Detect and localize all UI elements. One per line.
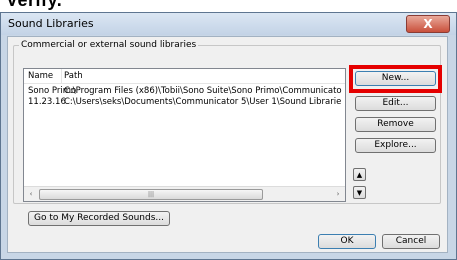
sound-libraries-dialog: Sound Libraries X Commercial or external…	[0, 12, 457, 260]
list-item-path: C:\Program Files (x86)\Tobii\Sono Suite\…	[64, 86, 342, 96]
list-item-path: C:\Users\seks\Documents\Communicator 5\U…	[64, 97, 342, 107]
scroll-right-icon[interactable]: ›	[332, 188, 344, 200]
recorded-sounds-button[interactable]: Go to My Recorded Sounds...	[28, 211, 170, 226]
libraries-groupbox: Commercial or external sound libraries N…	[13, 40, 442, 204]
highlight-box	[349, 65, 442, 93]
list-item-name: 11.23.16	[28, 97, 66, 107]
column-header-name[interactable]: Name	[28, 71, 53, 81]
close-icon: X	[423, 17, 433, 31]
list-item[interactable]: 11.23.16 C:\Users\seks\Documents\Communi…	[24, 97, 345, 108]
group-label: Commercial or external sound libraries	[19, 40, 199, 50]
list-header: Name Path	[24, 69, 345, 84]
arrow-down-icon: ▼	[356, 188, 363, 197]
explore-button[interactable]: Explore...	[355, 138, 436, 153]
ok-button[interactable]: OK	[318, 234, 376, 249]
libraries-list[interactable]: Name Path Sono Primo C:\Program Files (x…	[23, 68, 346, 202]
close-button[interactable]: X	[406, 15, 450, 33]
dialog-title: Sound Libraries	[8, 17, 94, 30]
scrollbar-thumb[interactable]: |||	[39, 189, 263, 200]
cancel-button[interactable]: Cancel	[382, 234, 440, 249]
horizontal-scrollbar[interactable]: ‹ ||| ›	[24, 186, 345, 201]
dialog-content: Commercial or external sound libraries N…	[7, 36, 448, 253]
list-item[interactable]: Sono Primo C:\Program Files (x86)\Tobii\…	[24, 86, 345, 97]
column-divider[interactable]	[61, 69, 62, 83]
move-up-button[interactable]: ▲	[353, 168, 366, 181]
arrow-up-icon: ▲	[356, 170, 363, 179]
column-header-path[interactable]: Path	[64, 71, 83, 81]
scroll-left-icon[interactable]: ‹	[25, 188, 37, 200]
move-down-button[interactable]: ▼	[353, 186, 366, 199]
remove-button[interactable]: Remove	[355, 117, 436, 132]
title-bar: Sound Libraries X	[1, 13, 456, 35]
edit-button[interactable]: Edit...	[355, 96, 436, 111]
cropped-heading-text: Verify.	[6, 0, 63, 10]
